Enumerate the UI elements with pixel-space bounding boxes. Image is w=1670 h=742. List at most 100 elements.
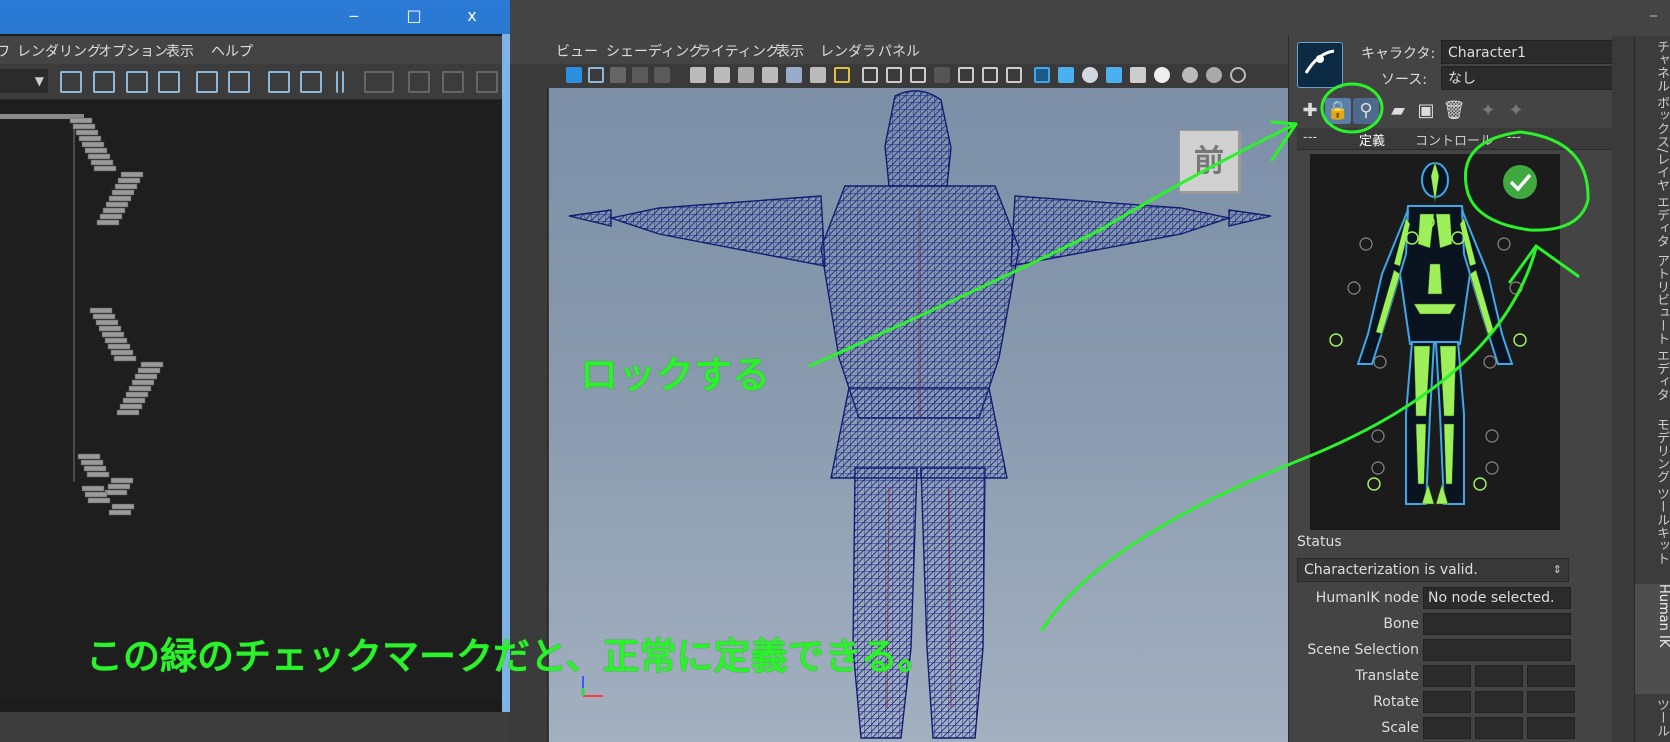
grid-icon[interactable]	[862, 67, 878, 83]
scale-y-field[interactable]	[1475, 717, 1523, 739]
film-gate-icon[interactable]	[886, 67, 902, 83]
light-icon[interactable]	[1154, 67, 1170, 83]
shadows-icon[interactable]	[1182, 67, 1198, 83]
window-title-bar[interactable]: ‒ □ x	[0, 0, 510, 34]
checker-icon[interactable]	[1130, 67, 1146, 83]
camera-attributes-icon[interactable]	[588, 67, 604, 83]
delete-icon[interactable]: 🗑	[1441, 98, 1467, 124]
status-field[interactable]: Characterization is valid. ⇕	[1297, 558, 1569, 582]
wireframe-icon[interactable]	[1034, 67, 1050, 83]
translate-y-field[interactable]	[1475, 665, 1523, 687]
camera-lock-icon[interactable]	[714, 67, 730, 83]
hierarchy-icon[interactable]	[158, 71, 180, 93]
image-plane-icon[interactable]	[632, 67, 648, 83]
tab-prev[interactable]: ---	[1303, 130, 1317, 145]
translate-z-field[interactable]	[1527, 665, 1575, 687]
expand-icon[interactable]	[126, 71, 148, 93]
settings-icon[interactable]	[476, 71, 498, 93]
scene-selection-field[interactable]	[1423, 639, 1571, 661]
safe-title-icon[interactable]	[1006, 67, 1022, 83]
humanik-logo-icon[interactable]	[1297, 42, 1343, 88]
menu-renderer[interactable]: レンダラ	[820, 41, 876, 61]
tab-controls[interactable]: コントロール	[1415, 130, 1493, 149]
menu-view[interactable]: ビュー	[556, 41, 598, 61]
graph-icon[interactable]	[364, 71, 394, 93]
tree-node	[117, 177, 141, 184]
window-close-button[interactable]: x	[452, 4, 492, 28]
bookmark-add-icon[interactable]	[268, 71, 290, 93]
window-minimize-button[interactable]: ‒	[334, 4, 374, 28]
rotate-z-field[interactable]	[1527, 691, 1575, 713]
menu-show[interactable]: 表示	[776, 41, 804, 61]
resolution-gate-icon[interactable]	[910, 67, 926, 83]
scale-z-field[interactable]	[1527, 717, 1575, 739]
frame-all-icon[interactable]	[442, 71, 464, 93]
bookmark-edit-icon[interactable]	[300, 71, 322, 93]
layout-icon[interactable]	[60, 71, 82, 93]
textured-icon[interactable]	[1106, 67, 1122, 83]
assign-icon[interactable]: ⚲	[1353, 98, 1379, 124]
smooth-shade-icon[interactable]	[1058, 67, 1074, 83]
menu-help[interactable]: ヘルプ	[211, 41, 253, 61]
mirror-right-icon[interactable]: ✦	[1503, 98, 1529, 124]
minimize-icon[interactable]: ‒	[1649, 8, 1658, 24]
scene-selection-row: Scene Selection	[1289, 638, 1635, 662]
collapse-icon[interactable]	[93, 71, 115, 93]
upstream-icon[interactable]	[196, 71, 218, 93]
menu-shading[interactable]: シェーディング	[606, 41, 703, 61]
menu-lighting[interactable]: ライティング	[697, 41, 780, 61]
hierarchy-graph[interactable]	[0, 102, 502, 700]
select-camera-icon[interactable]	[566, 67, 582, 83]
tab-modeling-toolkit[interactable]: モデリング ツールキット	[1635, 418, 1670, 578]
menu-rendering[interactable]: レンダリング	[17, 41, 101, 61]
skeleton-definition-view[interactable]	[1310, 154, 1560, 530]
gate-mask-icon[interactable]	[934, 67, 950, 83]
camera-icon[interactable]	[690, 67, 706, 83]
menu-panels[interactable]: パネル	[878, 41, 920, 61]
humanik-node-field[interactable]: No node selected.	[1423, 587, 1571, 609]
scale-x-field[interactable]	[1423, 717, 1471, 739]
view-cube[interactable]: 前	[1179, 130, 1239, 192]
character-dropdown[interactable]: Character1▼	[1441, 40, 1629, 64]
lock-icon[interactable]: 🔒	[1325, 98, 1351, 124]
frame-icon[interactable]	[408, 71, 430, 93]
menu-options[interactable]: オプション	[98, 41, 168, 61]
mode-dropdown[interactable]: ▼	[0, 69, 48, 93]
source-dropdown[interactable]: なし▼	[1441, 66, 1629, 90]
rotate-x-field[interactable]	[1423, 691, 1471, 713]
2d-pan-icon[interactable]	[654, 67, 670, 83]
character-value: Character1	[1448, 45, 1527, 61]
tab-tools[interactable]: ツール	[1635, 698, 1670, 742]
camera-bookmark-icon[interactable]	[738, 67, 754, 83]
tree-node	[134, 373, 158, 380]
magnet-icon[interactable]	[810, 67, 826, 83]
tab-attribute-editor[interactable]: アトリビュート エディタ	[1635, 254, 1670, 414]
bone-field[interactable]	[1423, 613, 1571, 635]
menu-window-cut[interactable]: ワ	[0, 41, 10, 61]
spin-arrows-icon: ⇕	[1552, 563, 1562, 576]
motion-blur-icon[interactable]	[1230, 67, 1246, 83]
safe-action-icon[interactable]	[982, 67, 998, 83]
menu-show[interactable]: 表示	[166, 41, 194, 61]
scale-label: Scale	[1381, 720, 1419, 736]
panel-scrollbar[interactable]	[1612, 36, 1634, 742]
tab-definition[interactable]: 定義	[1359, 130, 1385, 149]
downstream-icon[interactable]	[228, 71, 250, 93]
folder-icon[interactable]: ▰	[1385, 98, 1411, 124]
save-icon[interactable]: ▣	[1413, 98, 1439, 124]
field-chart-icon[interactable]	[958, 67, 974, 83]
tab-next[interactable]: ---	[1507, 130, 1521, 145]
translate-x-field[interactable]	[1423, 665, 1471, 687]
brush-icon[interactable]	[834, 67, 850, 83]
rotate-y-field[interactable]	[1475, 691, 1523, 713]
bookmark-icon[interactable]	[610, 67, 626, 83]
mirror-left-icon[interactable]: ✦	[1475, 98, 1501, 124]
window-maximize-button[interactable]: □	[394, 4, 434, 28]
tab-channel-box[interactable]: チャネル ボックス/レイヤ エディタ	[1635, 40, 1670, 250]
flag-icon[interactable]	[762, 67, 778, 83]
ambient-occlusion-icon[interactable]	[1206, 67, 1222, 83]
tab-human-ik[interactable]: Human IK	[1635, 584, 1670, 694]
create-skeleton-icon[interactable]: ✚	[1297, 98, 1323, 124]
default-material-icon[interactable]	[1082, 67, 1098, 83]
grease-pencil-icon[interactable]	[786, 67, 802, 83]
